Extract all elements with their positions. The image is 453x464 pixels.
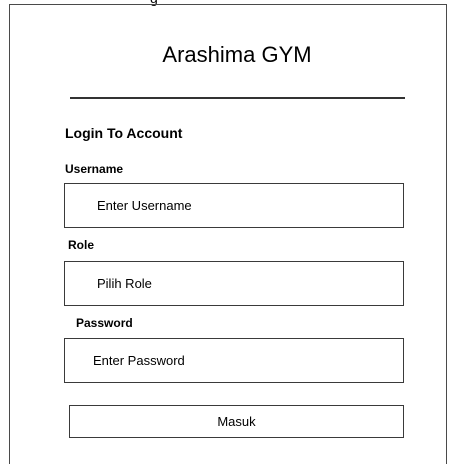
username-placeholder: Enter Username <box>97 198 192 213</box>
password-label: Password <box>76 316 133 330</box>
role-placeholder: Pilih Role <box>97 276 152 291</box>
form-heading: Login To Account <box>65 125 183 141</box>
password-placeholder: Enter Password <box>93 353 185 368</box>
login-button[interactable]: Masuk <box>69 405 404 438</box>
role-label: Role <box>68 238 95 252</box>
role-select[interactable]: Pilih Role <box>64 261 404 306</box>
username-label: Username <box>65 162 124 176</box>
app-title: Arashima GYM <box>162 42 312 67</box>
login-panel <box>9 4 447 464</box>
title-divider <box>70 97 405 99</box>
password-input[interactable]: Enter Password <box>64 338 404 383</box>
username-input[interactable]: Enter Username <box>64 183 404 228</box>
login-button-label: Masuk <box>217 414 256 429</box>
